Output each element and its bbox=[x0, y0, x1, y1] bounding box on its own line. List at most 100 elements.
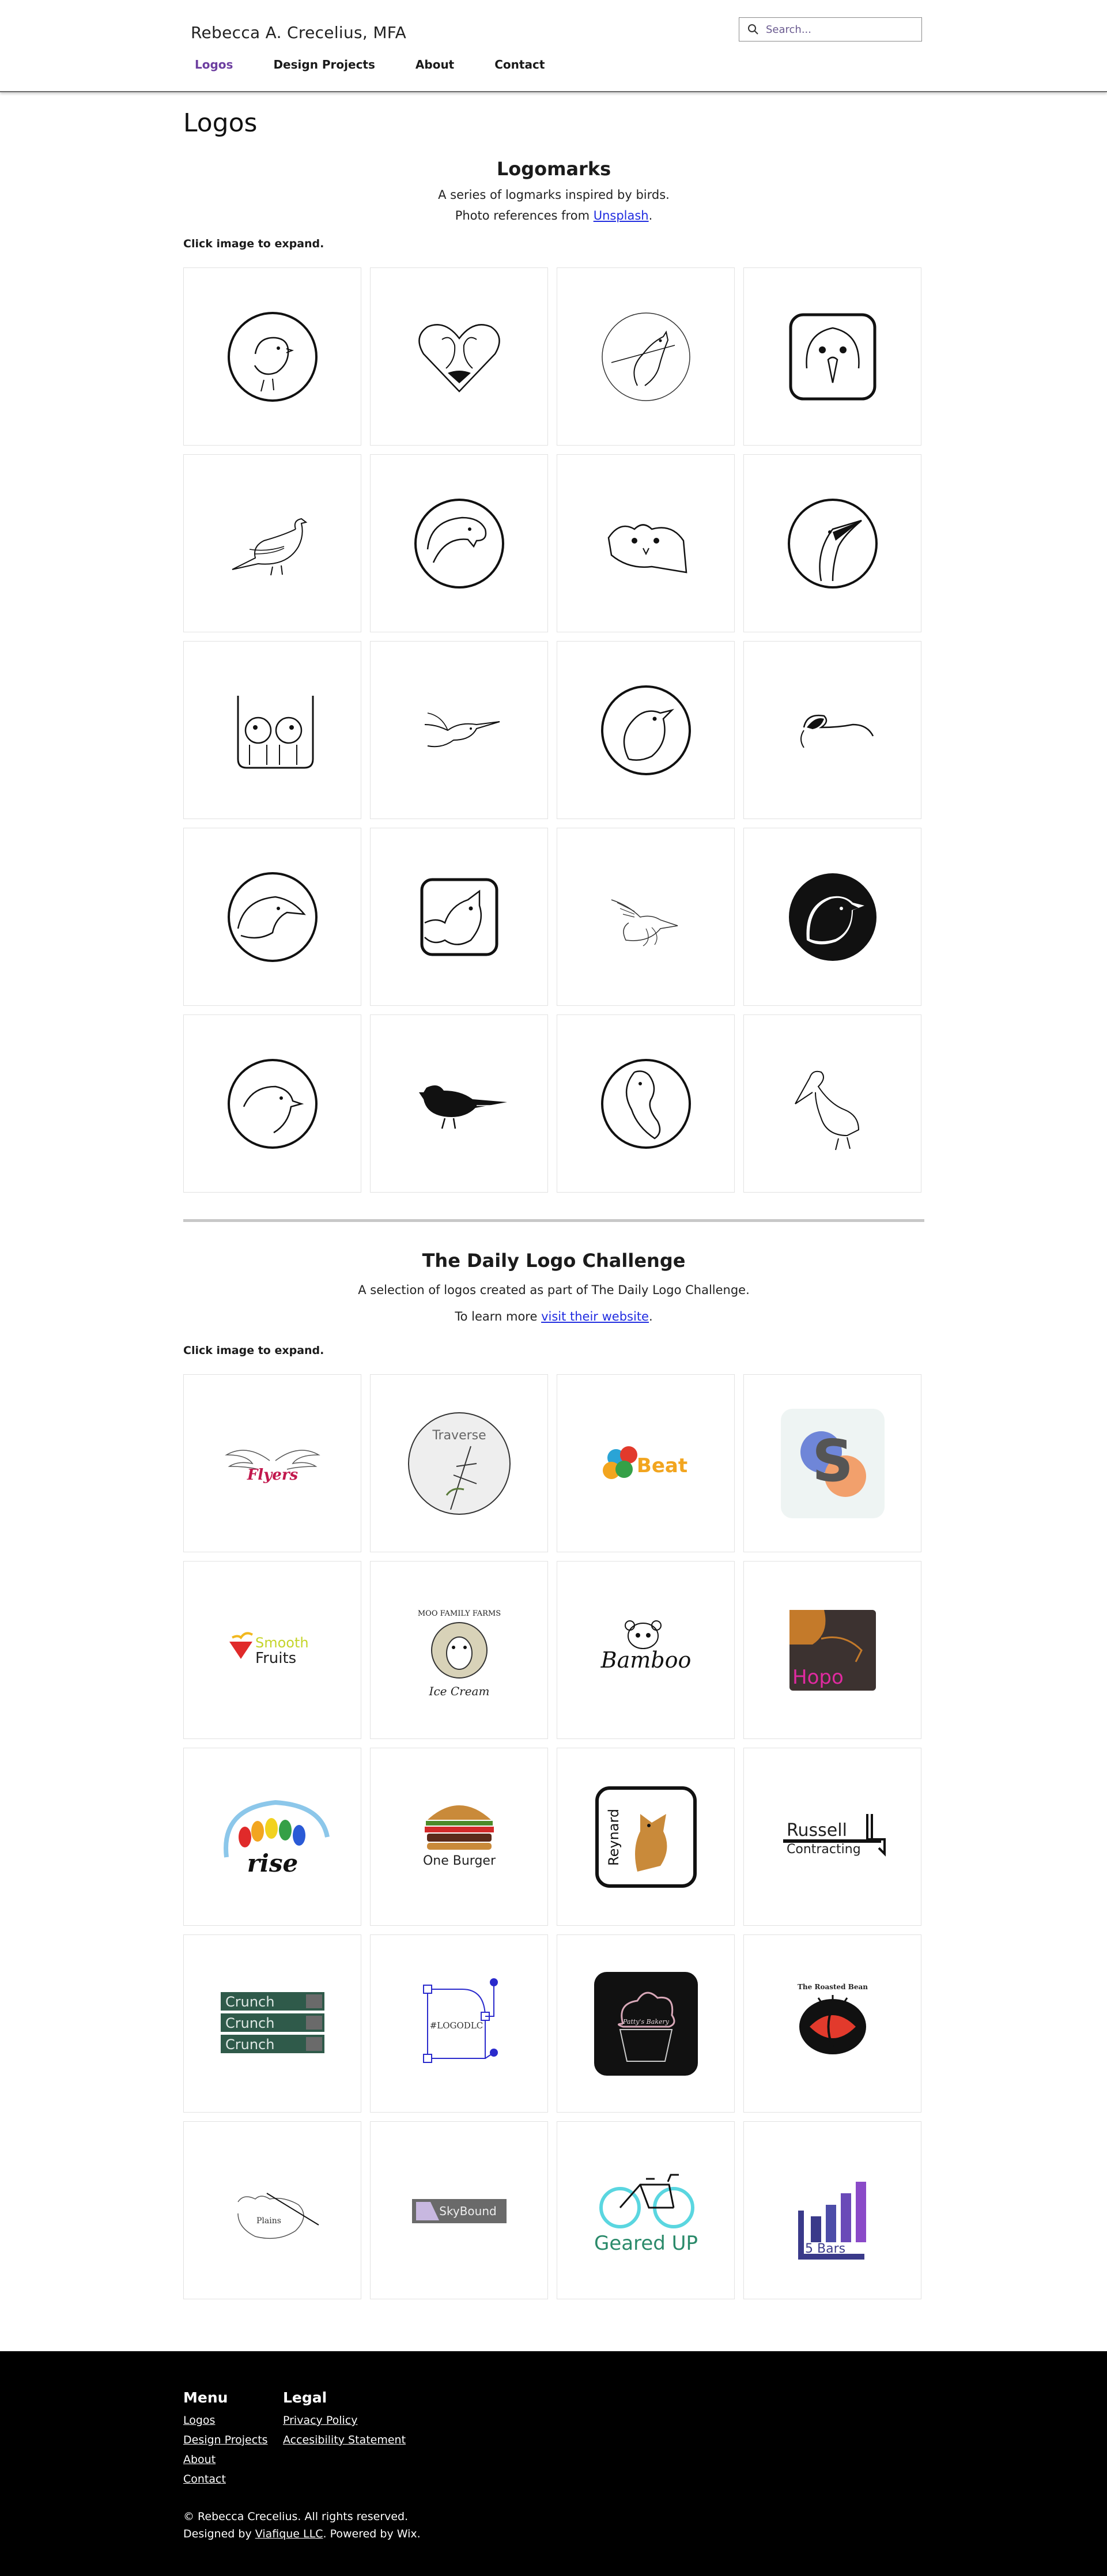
gallery-item[interactable] bbox=[370, 828, 548, 1006]
gallery-item[interactable]: Bamboo bbox=[557, 1561, 735, 1739]
designed-by: Designed by Viafique LLC. Powered by Wix… bbox=[183, 2525, 421, 2543]
gallery-item[interactable] bbox=[557, 267, 735, 446]
ice-cream-text: Ice Cream bbox=[428, 1684, 489, 1698]
gallery-item[interactable]: Flyers bbox=[183, 1374, 361, 1552]
footer-link-privacy[interactable]: Privacy Policy bbox=[283, 2414, 406, 2427]
designed-suffix: . Powered by Wix. bbox=[323, 2528, 421, 2540]
gallery-item[interactable] bbox=[557, 1014, 735, 1193]
footer-legal: Legal Privacy Policy Accesibility Statem… bbox=[283, 2389, 406, 2453]
site-title[interactable]: Rebecca A. Crecelius, MFA bbox=[191, 23, 406, 42]
viafique-link[interactable]: Viafique LLC bbox=[255, 2528, 323, 2540]
gallery-item[interactable]: Traverse bbox=[370, 1374, 548, 1552]
roasted-bean-logo: The Roasted Bean bbox=[798, 1983, 868, 2054]
footer-link-logos[interactable]: Logos bbox=[183, 2414, 268, 2427]
logomarks-subtitle: A series of logmarks inspired by birds. bbox=[438, 188, 670, 202]
one-burger-text: One Burger bbox=[422, 1854, 496, 1868]
dove-circle-logomark bbox=[227, 1058, 318, 1149]
five-bars-logo: 5 Bars bbox=[798, 2181, 866, 2260]
gallery-item[interactable] bbox=[183, 454, 361, 632]
daily-header: The Daily Logo Challenge A selection of … bbox=[183, 1250, 924, 1327]
search-icon bbox=[748, 24, 758, 35]
gallery-item[interactable]: The Roasted Bean bbox=[743, 1934, 921, 2113]
bakery-text: Patty's Bakery bbox=[622, 2018, 670, 2026]
nav-contact[interactable]: Contact bbox=[484, 56, 555, 73]
unsplash-link[interactable]: Unsplash bbox=[594, 209, 649, 222]
pelican-logomark bbox=[794, 1070, 859, 1150]
logomarks-gallery bbox=[183, 267, 921, 1193]
gallery-item[interactable]: Beat bbox=[557, 1374, 735, 1552]
cardinal-square-logomark bbox=[420, 878, 498, 956]
gallery-item[interactable]: Plains bbox=[183, 2121, 361, 2299]
gallery-item[interactable]: Geared UP bbox=[557, 2121, 735, 2299]
nav-design-projects[interactable]: Design Projects bbox=[263, 56, 385, 73]
gallery-item[interactable] bbox=[743, 454, 921, 632]
site-header: Rebecca A. Crecelius, MFA Logos Design P… bbox=[0, 0, 1107, 92]
gallery-item[interactable]: Crunch Crunch Crunch bbox=[183, 1934, 361, 2113]
beat-text: Beat bbox=[636, 1454, 687, 1477]
black-bird-circle-logomark bbox=[788, 873, 876, 961]
parrot-square-logomark bbox=[789, 313, 876, 400]
gallery-item[interactable]: rise bbox=[183, 1748, 361, 1926]
search-input[interactable] bbox=[765, 22, 905, 36]
gallery-item[interactable]: Smooth Fruits bbox=[183, 1561, 361, 1739]
toucan-circle-logomark bbox=[787, 498, 878, 589]
gallery-item[interactable] bbox=[743, 267, 921, 446]
crunch-logo: Crunch Crunch Crunch bbox=[220, 1992, 324, 2053]
moo-family-farms-logo: MOO FAMILY FARMS Ice Cream bbox=[417, 1609, 500, 1698]
photo-reference: Photo references from Unsplash. bbox=[183, 205, 924, 226]
s-logo: S bbox=[780, 1408, 885, 1518]
gallery-item[interactable]: Hopo bbox=[743, 1561, 921, 1739]
gallery-item[interactable]: S bbox=[743, 1374, 921, 1552]
gallery-item[interactable] bbox=[183, 267, 361, 446]
hummingbird-logomark bbox=[424, 712, 500, 747]
pigeon-logomark bbox=[232, 518, 307, 575]
flyers-text: Flyers bbox=[246, 1466, 298, 1484]
plains-text: Plains bbox=[256, 2216, 281, 2226]
search-box[interactable] bbox=[739, 17, 922, 42]
gallery-item[interactable] bbox=[183, 641, 361, 819]
visit-website-link[interactable]: visit their website bbox=[541, 1310, 649, 1323]
gallery-item[interactable] bbox=[370, 454, 548, 632]
nav-about[interactable]: About bbox=[405, 56, 464, 73]
gallery-item[interactable] bbox=[370, 267, 548, 446]
owl-logomark bbox=[607, 523, 687, 573]
gallery-item[interactable] bbox=[743, 1014, 921, 1193]
nav-logos[interactable]: Logos bbox=[184, 56, 243, 73]
click-hint: Click image to expand. bbox=[183, 1344, 324, 1357]
gallery-item[interactable]: Patty's Bakery bbox=[557, 1934, 735, 2113]
gallery-item[interactable] bbox=[370, 1014, 548, 1193]
gallery-item[interactable]: One Burger bbox=[370, 1748, 548, 1926]
footer-menu-title: Menu bbox=[183, 2389, 228, 2406]
gallery-item[interactable] bbox=[183, 1014, 361, 1193]
click-hint: Click image to expand. bbox=[183, 237, 324, 250]
footer-link-contact[interactable]: Contact bbox=[183, 2473, 268, 2486]
rise-logo: rise bbox=[223, 1800, 330, 1877]
logomarks-header: Logomarks A series of logmarks inspired … bbox=[183, 158, 924, 226]
gallery-item[interactable]: Reynard bbox=[557, 1748, 735, 1926]
logodlc-logo: #LOGODLC bbox=[422, 1978, 498, 2063]
gallery-item[interactable] bbox=[557, 641, 735, 819]
footer-link-about[interactable]: About bbox=[183, 2453, 268, 2466]
gallery-item[interactable] bbox=[557, 828, 735, 1006]
gallery-item[interactable] bbox=[370, 641, 548, 819]
gallery-item[interactable] bbox=[557, 454, 735, 632]
footer-link-accessibility[interactable]: Accesibility Statement bbox=[283, 2434, 406, 2446]
gallery-item[interactable]: Russell Contracting bbox=[743, 1748, 921, 1926]
skybound-logo: SkyBound bbox=[411, 2198, 507, 2223]
gallery-item[interactable] bbox=[183, 828, 361, 1006]
daily-gallery: Flyers Traverse Beat S Smooth Fruits MOO … bbox=[183, 1374, 921, 2299]
hopo-text: Hopo bbox=[792, 1666, 844, 1689]
gallery-item[interactable]: #LOGODLC bbox=[370, 1934, 548, 2113]
flying-birds-logomark bbox=[611, 899, 678, 946]
roasted-bean-text: The Roasted Bean bbox=[798, 1983, 868, 1991]
gallery-item[interactable] bbox=[743, 641, 921, 819]
gallery-item[interactable]: MOO FAMILY FARMS Ice Cream bbox=[370, 1561, 548, 1739]
footer-link-design-projects[interactable]: Design Projects bbox=[183, 2434, 268, 2446]
copyright: © Rebecca Crecelius. All rights reserved… bbox=[183, 2508, 421, 2543]
parrot-pair-logomark bbox=[237, 695, 313, 768]
robin-circle-logomark bbox=[600, 685, 691, 775]
gallery-item[interactable]: SkyBound bbox=[370, 2121, 548, 2299]
gallery-item[interactable]: 5 Bars bbox=[743, 2121, 921, 2299]
gallery-item[interactable] bbox=[743, 828, 921, 1006]
logomarks-title: Logomarks bbox=[496, 158, 611, 180]
